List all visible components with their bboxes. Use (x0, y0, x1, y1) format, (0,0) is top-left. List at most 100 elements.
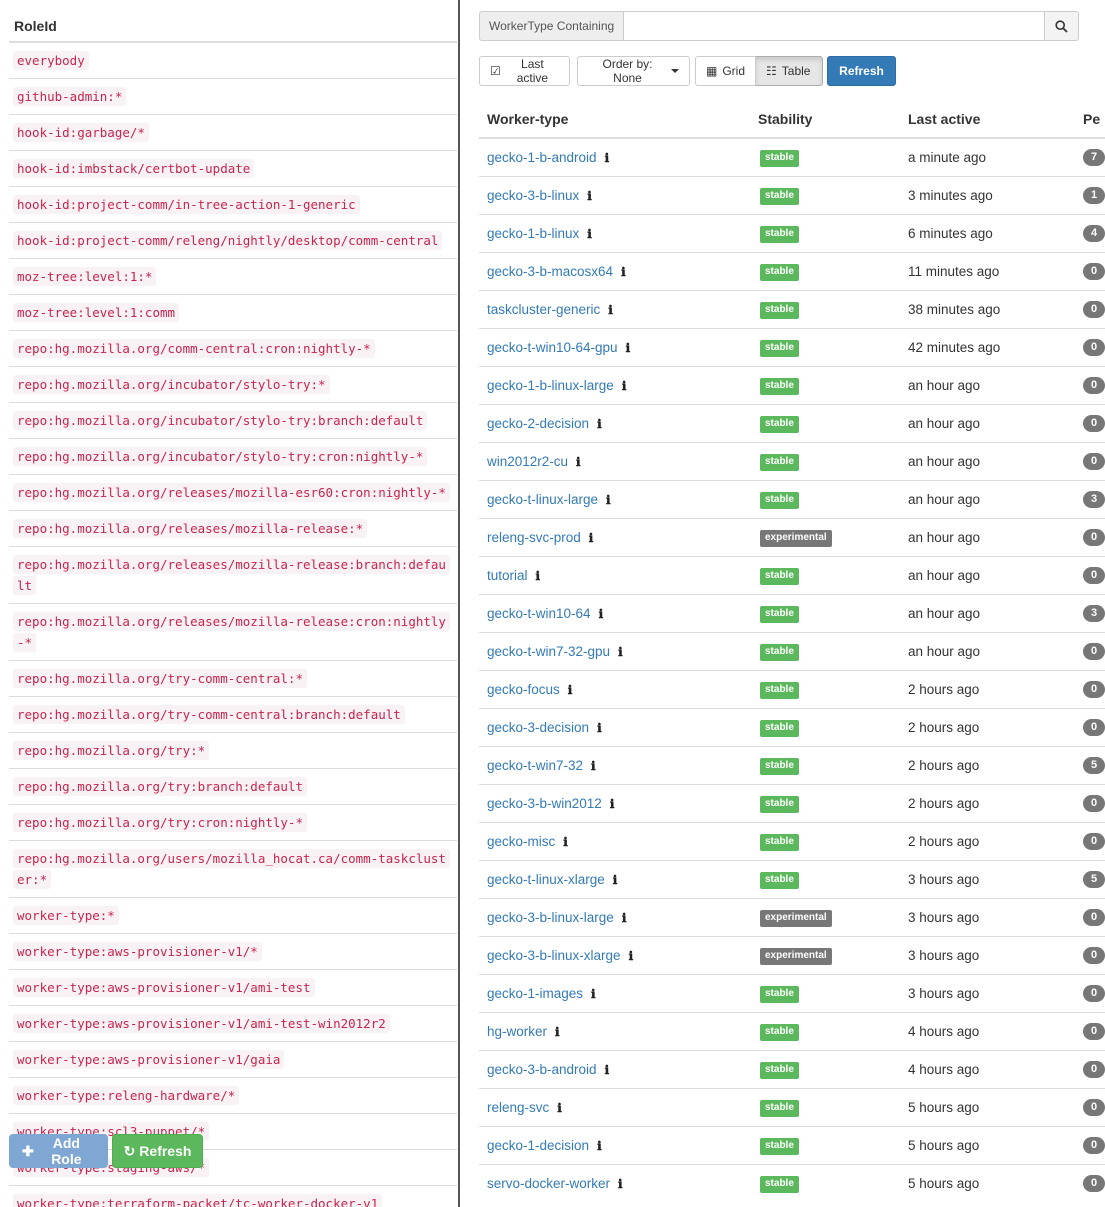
info-icon[interactable]: ℹ (608, 303, 613, 317)
role-row[interactable]: hook-id:project-comm/in-tree-action-1-ge… (9, 187, 457, 223)
role-id-link[interactable]: worker-type:aws-provisioner-v1/ami-test (13, 978, 315, 997)
role-row[interactable]: repo:hg.mozilla.org/users/mozilla_hocat.… (9, 841, 457, 898)
info-icon[interactable]: ℹ (597, 721, 602, 735)
info-icon[interactable]: ℹ (606, 493, 611, 507)
role-id-link[interactable]: worker-type:aws-provisioner-v1/ami-test-… (13, 1014, 390, 1033)
role-row[interactable]: worker-type:releng-hardware/* (9, 1078, 457, 1114)
worker-type-link[interactable]: gecko-3-b-linux (487, 188, 579, 203)
info-icon[interactable]: ℹ (599, 607, 604, 621)
role-id-link[interactable]: worker-type:terraform-packet/tc-worker-d… (13, 1194, 383, 1207)
order-by-dropdown[interactable]: Order by: None (577, 56, 690, 86)
role-row[interactable]: repo:hg.mozilla.org/try:cron:nightly-* (9, 805, 457, 841)
role-row[interactable]: repo:hg.mozilla.org/releases/mozilla-rel… (9, 511, 457, 547)
worker-type-link[interactable]: hg-worker (487, 1024, 547, 1039)
worker-type-link[interactable]: releng-svc-prod (487, 530, 581, 545)
worker-type-link[interactable]: gecko-t-win7-32-gpu (487, 644, 610, 659)
col-header-stability[interactable]: Stability (750, 100, 900, 139)
info-icon[interactable]: ℹ (622, 911, 627, 925)
role-id-link[interactable]: repo:hg.mozilla.org/releases/mozilla-esr… (13, 483, 450, 502)
role-row[interactable]: worker-type:* (9, 898, 457, 934)
role-id-link[interactable]: worker-type:aws-provisioner-v1/* (13, 942, 262, 961)
role-id-link[interactable]: worker-type:aws-provisioner-v1/gaia (13, 1050, 285, 1069)
info-icon[interactable]: ℹ (589, 531, 594, 545)
role-row[interactable]: repo:hg.mozilla.org/incubator/stylo-try:… (9, 439, 457, 475)
worker-type-link[interactable]: gecko-t-win10-64 (487, 606, 591, 621)
info-icon[interactable]: ℹ (555, 1025, 560, 1039)
role-id-link[interactable]: moz-tree:level:1:comm (13, 303, 180, 322)
role-row[interactable]: repo:hg.mozilla.org/releases/mozilla-esr… (9, 475, 457, 511)
info-icon[interactable]: ℹ (605, 151, 610, 165)
role-row[interactable]: hook-id:imbstack/certbot-update (9, 151, 457, 187)
role-id-link[interactable]: repo:hg.mozilla.org/try:* (13, 741, 210, 760)
role-id-link[interactable]: repo:hg.mozilla.org/comm-central:cron:ni… (13, 339, 375, 358)
col-header-last-active[interactable]: Last active (900, 100, 1075, 139)
role-row[interactable]: hook-id:project-comm/releng/nightly/desk… (9, 223, 457, 259)
role-row[interactable]: worker-type:aws-provisioner-v1/gaia (9, 1042, 457, 1078)
refresh-workers-button[interactable]: Refresh (827, 56, 896, 86)
role-row[interactable]: moz-tree:level:1:* (9, 259, 457, 295)
worker-type-link[interactable]: gecko-3-b-macosx64 (487, 264, 613, 279)
worker-type-link[interactable]: gecko-1-images (487, 986, 583, 1001)
table-view-button[interactable]: ☷ Table (756, 56, 823, 86)
worker-type-link[interactable]: gecko-t-win10-64-gpu (487, 340, 618, 355)
worker-type-link[interactable]: gecko-t-linux-xlarge (487, 872, 605, 887)
role-id-link[interactable]: hook-id:project-comm/releng/nightly/desk… (13, 231, 443, 250)
role-id-link[interactable]: repo:hg.mozilla.org/try:branch:default (13, 777, 307, 796)
worker-type-link[interactable]: gecko-3-b-linux-xlarge (487, 948, 621, 963)
info-icon[interactable]: ℹ (536, 569, 541, 583)
info-icon[interactable]: ℹ (626, 341, 631, 355)
worker-type-link[interactable]: taskcluster-generic (487, 302, 600, 317)
role-row[interactable]: github-admin:* (9, 79, 457, 115)
refresh-roles-button[interactable]: ↻ Refresh (112, 1134, 203, 1168)
info-icon[interactable]: ℹ (618, 1177, 623, 1191)
role-row[interactable]: repo:hg.mozilla.org/try-comm-central:* (9, 661, 457, 697)
role-row[interactable]: repo:hg.mozilla.org/try:* (9, 733, 457, 769)
worker-type-link[interactable]: gecko-t-linux-large (487, 492, 598, 507)
role-id-link[interactable]: repo:hg.mozilla.org/try-comm-central:bra… (13, 705, 405, 724)
worker-type-link[interactable]: tutorial (487, 568, 528, 583)
info-icon[interactable]: ℹ (629, 949, 634, 963)
info-icon[interactable]: ℹ (610, 797, 615, 811)
role-id-link[interactable]: worker-type:releng-hardware/* (13, 1086, 240, 1105)
info-icon[interactable]: ℹ (622, 379, 627, 393)
worker-type-link[interactable]: gecko-misc (487, 834, 555, 849)
role-row[interactable]: repo:hg.mozilla.org/incubator/stylo-try:… (9, 403, 457, 439)
role-id-link[interactable]: repo:hg.mozilla.org/try:cron:nightly-* (13, 813, 307, 832)
info-icon[interactable]: ℹ (563, 835, 568, 849)
role-row[interactable]: repo:hg.mozilla.org/try-comm-central:bra… (9, 697, 457, 733)
worker-type-link[interactable]: gecko-t-win7-32 (487, 758, 583, 773)
info-icon[interactable]: ℹ (597, 1139, 602, 1153)
worker-type-link[interactable]: gecko-focus (487, 682, 560, 697)
worker-type-link[interactable]: win2012r2-cu (487, 454, 568, 469)
role-row[interactable]: moz-tree:level:1:comm (9, 295, 457, 331)
role-id-link[interactable]: github-admin:* (13, 87, 127, 106)
role-id-link[interactable]: hook-id:imbstack/certbot-update (13, 159, 255, 178)
add-role-button[interactable]: ✚ Add Role (9, 1134, 108, 1168)
search-input[interactable] (624, 11, 1045, 41)
search-button[interactable] (1045, 11, 1079, 41)
last-active-toggle[interactable]: ☑ Last active (479, 56, 570, 86)
worker-type-link[interactable]: gecko-1-b-linux-large (487, 378, 614, 393)
role-id-link[interactable]: everybody (13, 51, 89, 70)
role-id-link[interactable]: moz-tree:level:1:* (13, 267, 157, 286)
info-icon[interactable]: ℹ (587, 227, 592, 241)
worker-type-link[interactable]: gecko-3-decision (487, 720, 589, 735)
info-icon[interactable]: ℹ (568, 683, 573, 697)
role-row[interactable]: repo:hg.mozilla.org/comm-central:cron:ni… (9, 331, 457, 367)
role-id-link[interactable]: repo:hg.mozilla.org/incubator/stylo-try:… (13, 447, 428, 466)
role-row[interactable]: everybody (9, 43, 457, 79)
info-icon[interactable]: ℹ (576, 455, 581, 469)
info-icon[interactable]: ℹ (557, 1101, 562, 1115)
role-id-link[interactable]: repo:hg.mozilla.org/releases/mozilla-rel… (13, 555, 450, 595)
worker-type-link[interactable]: releng-svc (487, 1100, 549, 1115)
worker-type-link[interactable]: gecko-3-b-android (487, 1062, 597, 1077)
role-row[interactable]: hook-id:garbage/* (9, 115, 457, 151)
worker-type-link[interactable]: servo-docker-worker (487, 1176, 610, 1191)
info-icon[interactable]: ℹ (621, 265, 626, 279)
worker-type-link[interactable]: gecko-1-b-linux (487, 226, 579, 241)
info-icon[interactable]: ℹ (597, 417, 602, 431)
worker-type-link[interactable]: gecko-1-decision (487, 1138, 589, 1153)
role-row[interactable]: repo:hg.mozilla.org/incubator/stylo-try:… (9, 367, 457, 403)
role-row[interactable]: worker-type:aws-provisioner-v1/* (9, 934, 457, 970)
worker-type-link[interactable]: gecko-1-b-android (487, 150, 597, 165)
